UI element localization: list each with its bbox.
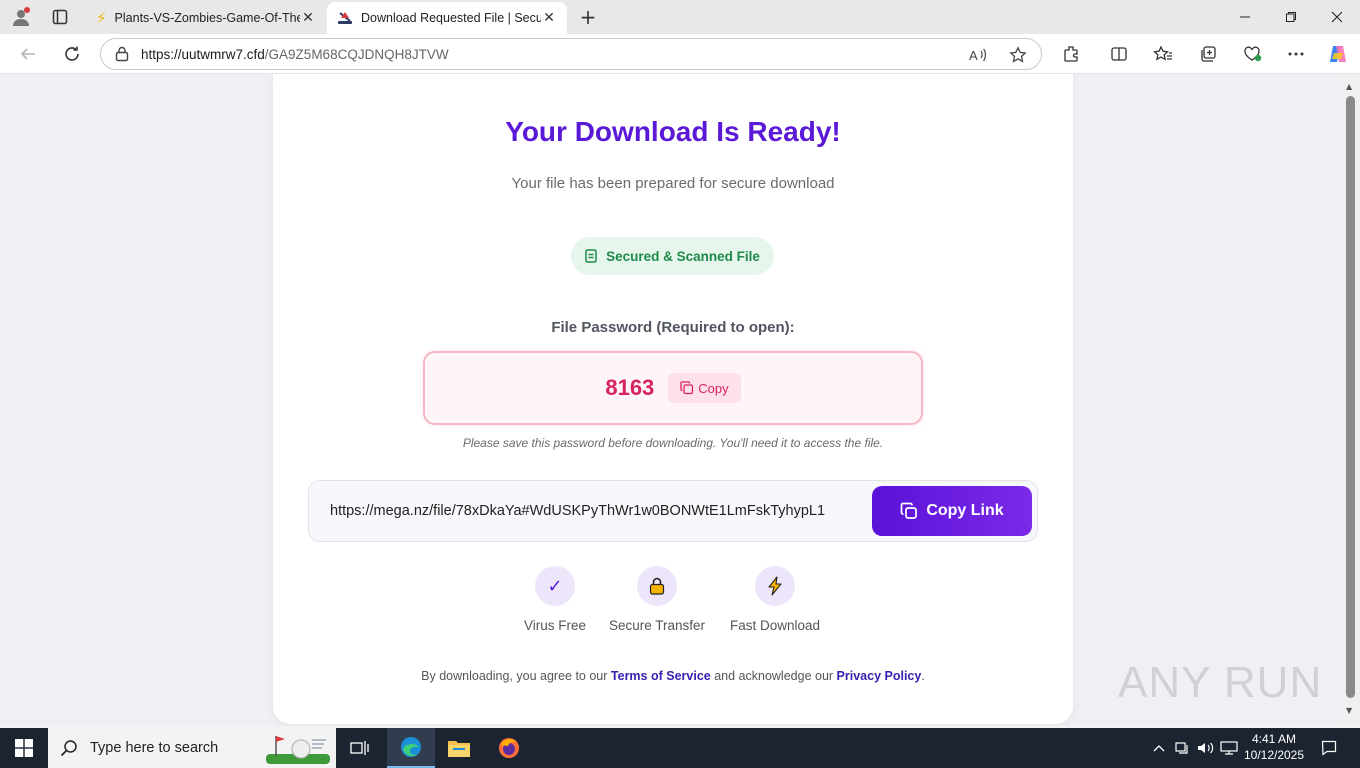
secured-scanned-badge: Secured & Scanned File <box>571 237 774 275</box>
checkmark-icon: ✓ <box>535 566 575 606</box>
clock-date: 10/12/2025 <box>1243 748 1305 762</box>
page-subtitle: Your file has been prepared for secure d… <box>511 175 835 192</box>
lightning-icon: ⚡ <box>96 9 107 27</box>
feature-secure-transfer: Secure Transfer <box>597 566 717 633</box>
favorites-icon[interactable] <box>1149 41 1177 67</box>
tab-title: Download Requested File | Secure <box>361 11 541 25</box>
taskbar-edge-icon[interactable] <box>387 728 435 768</box>
favorite-star-icon[interactable] <box>1005 42 1031 68</box>
page-title: Your Download Is Ready! <box>505 116 841 147</box>
task-view-icon[interactable] <box>336 728 384 768</box>
password-label: File Password (Required to open): <box>551 319 795 336</box>
profile-icon[interactable] <box>8 5 34 29</box>
split-screen-icon[interactable] <box>1105 41 1133 67</box>
address-bar[interactable]: https://uutwmrw7.cfd/GA9Z5M68CQJDNQH8JTV… <box>100 38 1042 70</box>
clock-time: 4:41 AM <box>1251 732 1297 746</box>
feature-fast-download: Fast Download <box>715 566 835 633</box>
collections-icon[interactable] <box>1194 41 1222 67</box>
page-scrollbar[interactable]: ▲ ▼ <box>1342 74 1360 726</box>
volume-icon[interactable] <box>1196 728 1216 768</box>
feature-label: Secure Transfer <box>608 618 706 633</box>
network-adapter-icon[interactable] <box>1172 728 1192 768</box>
lightning-icon <box>755 566 795 606</box>
restore-button[interactable] <box>1268 0 1314 34</box>
copy-icon <box>900 502 918 520</box>
more-options-icon[interactable] <box>1282 41 1310 67</box>
copy-link-label: Copy Link <box>926 502 1004 519</box>
refresh-button[interactable] <box>58 41 86 67</box>
close-tab-icon[interactable]: ✕ <box>541 10 557 26</box>
url-text: https://uutwmrw7.cfd/GA9Z5M68CQJDNQH8JTV… <box>141 46 449 62</box>
back-button[interactable] <box>14 41 42 67</box>
site-favicon-icon <box>337 10 353 26</box>
close-tab-icon[interactable]: ✕ <box>300 10 316 26</box>
download-link-box: https://mega.nz/file/78xDkaYa#WdUSKPyThW… <box>308 480 1038 542</box>
lock-icon <box>637 566 677 606</box>
scrollbar-thumb[interactable] <box>1346 96 1355 698</box>
download-card: Your Download Is Ready! Your file has be… <box>273 74 1073 724</box>
browser-essentials-icon[interactable] <box>1238 41 1266 67</box>
minimize-button[interactable] <box>1222 0 1268 34</box>
terms-text: By downloading, you agree to our Terms o… <box>421 669 925 683</box>
shield-file-icon <box>585 249 597 263</box>
copy-icon <box>680 381 694 395</box>
start-button[interactable] <box>0 728 48 768</box>
search-placeholder: Type here to search <box>90 740 219 756</box>
system-clock[interactable]: 4:41 AM 10/12/2025 <box>1240 731 1308 763</box>
password-value[interactable]: 8163 <box>605 375 654 401</box>
privacy-policy-link[interactable]: Privacy Policy <box>837 669 922 683</box>
tab-title: Plants-VS-Zombies-Game-Of-The <box>114 11 300 25</box>
copy-password-button[interactable]: Copy <box>668 373 741 403</box>
browser-toolbar: https://uutwmrw7.cfd/GA9Z5M68CQJDNQH8JTV… <box>0 34 1360 74</box>
copy-password-label: Copy <box>698 380 729 396</box>
taskbar-search-box[interactable]: Type here to search <box>48 728 336 768</box>
scroll-up-icon[interactable]: ▲ <box>1346 82 1352 91</box>
tab-actions-icon[interactable] <box>47 5 73 29</box>
new-tab-button[interactable]: + <box>576 5 600 29</box>
lock-icon[interactable] <box>115 46 129 62</box>
page-viewport: Your Download Is Ready! Your file has be… <box>0 74 1342 726</box>
tab-plants-vs-zombies[interactable]: ⚡ Plants-VS-Zombies-Game-Of-The ✕ <box>86 2 326 34</box>
show-hidden-icons[interactable] <box>1150 728 1168 768</box>
windows-taskbar: Type here to search 4:41 AM 10/12/2025 <box>0 728 1360 768</box>
download-link-input[interactable]: https://mega.nz/file/78xDkaYa#WdUSKPyThW… <box>330 503 850 519</box>
svg-text:A: A <box>969 48 978 63</box>
taskbar-file-explorer-icon[interactable] <box>435 728 483 768</box>
password-note: Please save this password before downloa… <box>462 436 884 450</box>
search-icon <box>60 739 78 757</box>
password-box: 8163 Copy <box>423 351 923 425</box>
golf-search-highlight-icon <box>266 732 330 764</box>
read-aloud-icon[interactable]: A <box>965 42 991 68</box>
anyrun-watermark: ANY RUN <box>1118 658 1323 707</box>
taskbar-firefox-icon[interactable] <box>485 728 533 768</box>
copy-link-button[interactable]: Copy Link <box>872 486 1032 536</box>
copilot-icon[interactable] <box>1324 41 1352 67</box>
notifications-icon[interactable] <box>1316 728 1342 768</box>
feature-label: Fast Download <box>729 618 821 633</box>
close-window-button[interactable] <box>1314 0 1360 34</box>
tab-strip: ⚡ Plants-VS-Zombies-Game-Of-The ✕ Downlo… <box>0 0 1360 34</box>
tab-download-requested-file[interactable]: Download Requested File | Secure ✕ <box>327 2 567 34</box>
network-icon[interactable] <box>1218 728 1240 768</box>
badge-label: Secured & Scanned File <box>606 248 760 264</box>
scroll-down-icon[interactable]: ▼ <box>1346 706 1352 715</box>
terms-of-service-link[interactable]: Terms of Service <box>611 669 711 683</box>
extensions-icon[interactable] <box>1057 41 1085 67</box>
